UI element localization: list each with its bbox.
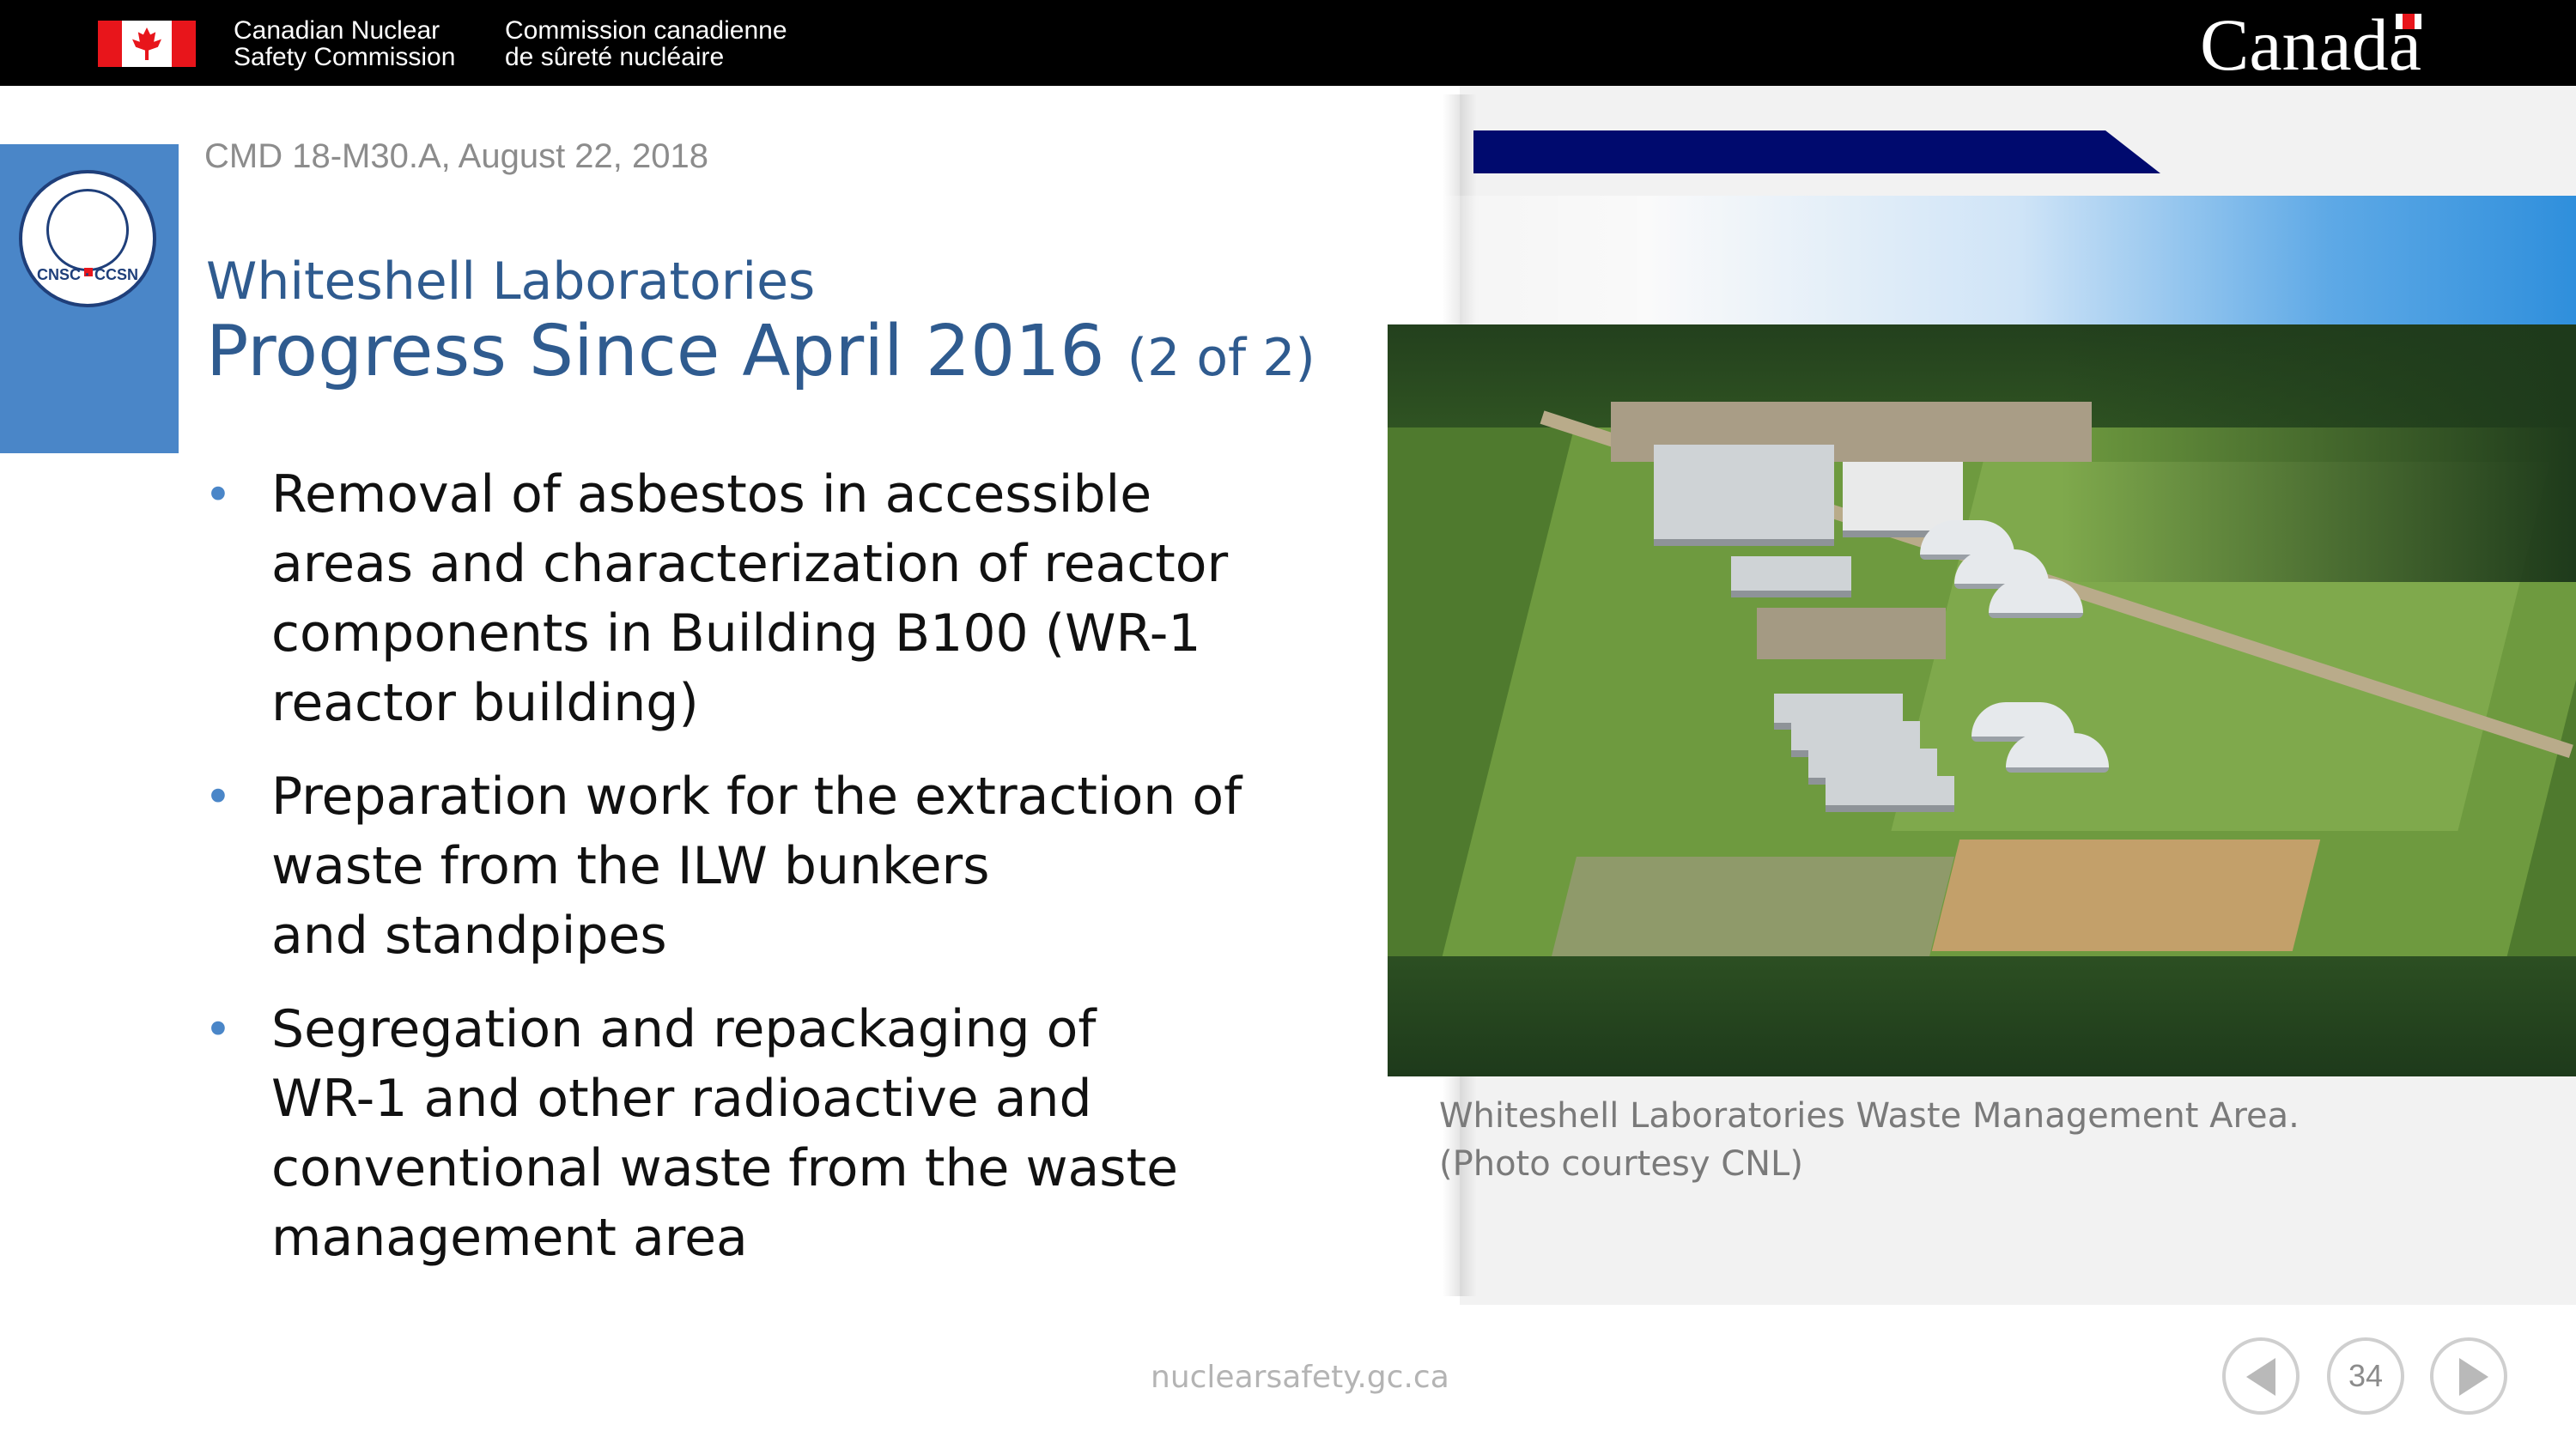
bullet-text: Segregation and repackaging of WR-1 and … xyxy=(271,999,1179,1268)
footer-url[interactable]: nuclearsafety.gc.ca xyxy=(1151,1360,1449,1395)
photo-caption-line1: Whiteshell Laboratories Waste Management… xyxy=(1439,1096,2300,1136)
government-header-bar: Canadian Nuclear Safety Commission Commi… xyxy=(0,0,2576,86)
site-aerial-photo xyxy=(1388,324,2576,1076)
org-name-fr-line2: de sûreté nucléaire xyxy=(505,43,725,71)
slide-title-main: Progress Since April 2016 xyxy=(206,311,1105,392)
slide-title-line1: Whiteshell Laboratories xyxy=(206,252,816,312)
previous-slide-button[interactable] xyxy=(2222,1337,2300,1415)
org-name-french: Commission canadienne de sûreté nucléair… xyxy=(505,17,787,70)
bullet-item: • Removal of asbestos in accessible areas… xyxy=(204,460,1372,738)
blue-gradient-band xyxy=(1340,196,2576,324)
org-name-en-line2: Safety Commission xyxy=(234,43,456,71)
bullet-text: Removal of asbestos in accessible areas … xyxy=(271,464,1229,733)
cnsc-logo-icon: CNSC · CCSN xyxy=(19,170,156,307)
bullet-dot-icon: • xyxy=(204,1003,232,1057)
logo-text: CNSC · CCSN xyxy=(36,266,138,283)
navy-accent-band xyxy=(1473,130,2160,173)
wordmark-flag-icon xyxy=(2396,14,2421,29)
photo-caption-line2: (Photo courtesy CNL) xyxy=(1439,1144,1803,1184)
page-number-indicator: 34 xyxy=(2327,1337,2404,1415)
slide-title-part: (2 of 2) xyxy=(1127,328,1315,388)
canada-wordmark: Canada xyxy=(2200,3,2421,86)
page-number: 34 xyxy=(2348,1358,2384,1393)
arrow-left-icon xyxy=(2246,1358,2275,1396)
org-name-english: Canadian Nuclear Safety Commission xyxy=(234,17,455,70)
bullet-dot-icon: • xyxy=(204,770,232,824)
arrow-right-icon xyxy=(2459,1358,2488,1396)
document-reference: CMD 18-M30.A, August 22, 2018 xyxy=(204,137,708,175)
org-name-fr-line1: Commission canadienne xyxy=(505,16,787,45)
atom-emblem-icon xyxy=(46,189,129,271)
slide-title-line2: Progress Since April 2016 (2 of 2) xyxy=(206,311,1315,399)
photo-caption: Whiteshell Laboratories Waste Management… xyxy=(1439,1092,2349,1188)
canada-flag-icon xyxy=(98,21,196,67)
bullet-item: • Segregation and repackaging of WR-1 and… xyxy=(204,995,1372,1273)
cnsc-logo-panel: CNSC · CCSN xyxy=(0,144,179,453)
bullet-list: • Removal of asbestos in accessible areas… xyxy=(204,460,1372,1297)
bullet-dot-icon: • xyxy=(204,468,232,522)
next-slide-button[interactable] xyxy=(2430,1337,2507,1415)
bullet-item: • Preparation work for the extraction of … xyxy=(204,762,1372,971)
org-name-en-line1: Canadian Nuclear xyxy=(234,16,440,45)
bullet-text: Preparation work for the extraction of w… xyxy=(271,767,1242,966)
